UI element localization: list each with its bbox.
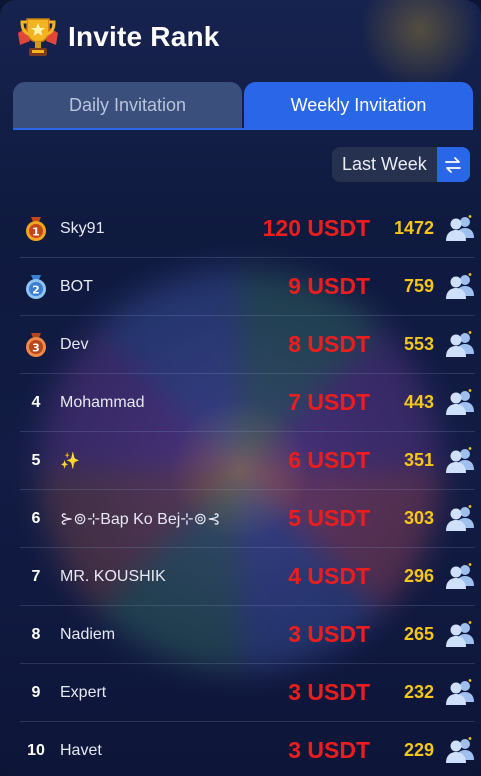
invite-count: 296 xyxy=(403,566,434,586)
user-group-icon[interactable] xyxy=(445,388,475,416)
prize-amount: 4 USDT xyxy=(288,563,370,589)
rank-number: 7 xyxy=(31,567,41,585)
tab-weekly-invitation[interactable]: Weekly Invitation xyxy=(244,82,473,129)
silver-medal-icon: 2 xyxy=(20,274,52,300)
svg-text:1: 1 xyxy=(32,225,40,238)
invite-count: 229 xyxy=(403,740,434,760)
user-group-icon[interactable] xyxy=(445,736,475,764)
user-name: Expert xyxy=(60,683,107,701)
rank-number: 8 xyxy=(31,625,41,643)
rank-number: 10 xyxy=(27,741,45,759)
prize-amount: 7 USDT xyxy=(288,389,370,415)
svg-text:3: 3 xyxy=(32,341,40,354)
invite-count: 1472 xyxy=(393,218,434,238)
ranking-row: 9 Expert 3 USDT 232 xyxy=(20,664,475,722)
invite-count: 265 xyxy=(403,624,434,644)
prize-amount: 3 USDT xyxy=(288,679,370,705)
gold-medal-icon: 1 xyxy=(20,216,52,242)
user-name: Havet xyxy=(60,741,102,759)
user-group-icon[interactable] xyxy=(445,446,475,474)
user-group-icon[interactable] xyxy=(445,620,475,648)
ranking-row: 1 Sky91 120 USDT 1472 xyxy=(20,200,475,258)
invite-count: 553 xyxy=(403,334,434,354)
swap-period-button[interactable] xyxy=(436,147,470,182)
prize-amount: 3 USDT xyxy=(288,737,370,763)
prize-amount: 6 USDT xyxy=(288,447,370,473)
ranking-row: 5 ✨ 6 USDT 351 xyxy=(20,432,475,490)
invite-rank-screen: Invite Rank Daily Invitation Weekly Invi… xyxy=(0,0,481,776)
prize-amount: 8 USDT xyxy=(288,331,370,357)
invite-count: 351 xyxy=(403,450,434,470)
ranking-row: 2 BOT 9 USDT 759 xyxy=(20,258,475,316)
user-group-icon[interactable] xyxy=(445,678,475,706)
invite-count: 443 xyxy=(403,392,434,412)
rank-number: 9 xyxy=(31,683,41,701)
user-name: ⊱⊚⊹Bap Ko Bej⊹⊚⊰ xyxy=(60,510,221,528)
header: Invite Rank xyxy=(12,10,220,64)
user-name: ✨ xyxy=(60,452,80,470)
user-group-icon[interactable] xyxy=(445,330,475,358)
rank-number: 6 xyxy=(31,509,41,527)
ranking-row: 10 Havet 3 USDT 229 xyxy=(20,722,475,776)
ranking-row: 8 Nadiem 3 USDT 265 xyxy=(20,606,475,664)
rank-number: 5 xyxy=(31,451,41,469)
user-group-icon[interactable] xyxy=(445,504,475,532)
period-filter-label: Last Week xyxy=(332,147,437,182)
invite-count: 303 xyxy=(403,508,434,528)
user-name: Nadiem xyxy=(60,625,116,643)
invite-count: 759 xyxy=(403,276,434,296)
user-group-icon[interactable] xyxy=(445,562,475,590)
ranking-list: 1 Sky91 120 USDT 1472 2 BOT 9 USDT 759 3… xyxy=(20,200,475,776)
invite-count: 232 xyxy=(403,682,434,702)
prize-amount: 5 USDT xyxy=(288,505,370,531)
ranking-row: 7 MR. KOUSHIK 4 USDT 296 xyxy=(20,548,475,606)
period-filter[interactable]: Last Week xyxy=(332,147,470,182)
user-group-icon[interactable] xyxy=(445,214,475,242)
user-group-icon[interactable] xyxy=(445,272,475,300)
user-name: Dev xyxy=(60,335,89,353)
ranking-row: 4 Mohammad 7 USDT 443 xyxy=(20,374,475,432)
tab-underline xyxy=(13,128,473,130)
user-name: BOT xyxy=(60,277,93,295)
prize-amount: 120 USDT xyxy=(262,215,370,241)
svg-text:2: 2 xyxy=(32,283,40,296)
prize-amount: 3 USDT xyxy=(288,621,370,647)
rank-number: 4 xyxy=(31,393,41,411)
trophy-icon xyxy=(18,18,58,56)
ranking-row: 6 ⊱⊚⊹Bap Ko Bej⊹⊚⊰ 5 USDT 303 xyxy=(20,490,475,548)
tab-daily-invitation[interactable]: Daily Invitation xyxy=(13,82,242,129)
user-name: Mohammad xyxy=(60,393,145,411)
swap-arrows-icon xyxy=(445,156,462,173)
prize-amount: 9 USDT xyxy=(288,273,370,299)
user-name: MR. KOUSHIK xyxy=(60,567,166,585)
bronze-medal-icon: 3 xyxy=(20,332,52,358)
ranking-row: 3 Dev 8 USDT 553 xyxy=(20,316,475,374)
user-name: Sky91 xyxy=(60,219,105,237)
page-title: Invite Rank xyxy=(68,21,220,52)
invitation-tabs: Daily Invitation Weekly Invitation xyxy=(13,82,473,129)
